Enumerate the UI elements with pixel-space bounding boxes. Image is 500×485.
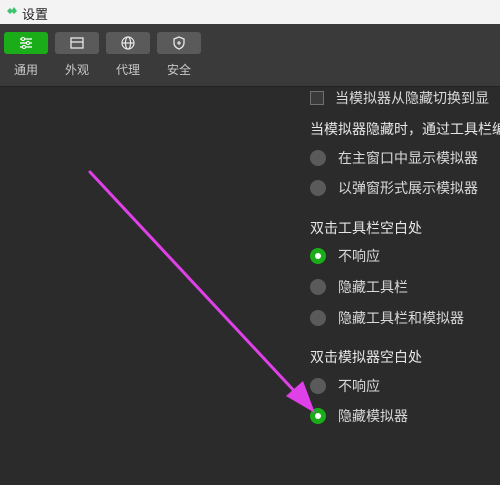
- shield-icon: [173, 36, 185, 50]
- switch-to-display-option[interactable]: 当模拟器从隐藏切换到显: [310, 87, 489, 109]
- title-bar: 设置: [0, 0, 500, 24]
- hide-option-popup[interactable]: 以弹窗形式展示模拟器: [310, 177, 478, 199]
- toolbar-dblclick-hide-toolbar[interactable]: 隐藏工具栏: [310, 276, 408, 298]
- radio-button-selected[interactable]: [310, 408, 326, 424]
- option-label: 隐藏模拟器: [338, 409, 408, 425]
- window-title: 设置: [22, 8, 49, 23]
- option-label: 不响应: [338, 249, 380, 265]
- hide-section-title: 当模拟器隐藏时，通过工具栏编: [310, 122, 500, 138]
- radio-button[interactable]: [310, 279, 326, 295]
- simulator-dblclick-hide-simulator[interactable]: 隐藏模拟器: [310, 405, 408, 427]
- option-label: 不响应: [338, 379, 380, 395]
- option-label: 在主窗口中显示模拟器: [338, 151, 478, 167]
- tab-general[interactable]: 通用: [4, 32, 48, 82]
- radio-button-selected[interactable]: [310, 248, 326, 264]
- tab-security[interactable]: 安全: [157, 32, 201, 82]
- radio-button[interactable]: [310, 150, 326, 166]
- hide-option-main-window[interactable]: 在主窗口中显示模拟器: [310, 147, 478, 169]
- switch-checkbox-label: 当模拟器从隐藏切换到显: [335, 91, 489, 107]
- radio-button[interactable]: [310, 310, 326, 326]
- toolbar-dblclick-title: 双击工具栏空白处: [310, 221, 422, 237]
- radio-button[interactable]: [310, 378, 326, 394]
- settings-panel: 当模拟器从隐藏切换到显 当模拟器隐藏时，通过工具栏编 在主窗口中显示模拟器 以弹…: [0, 87, 500, 485]
- layout-icon: [70, 37, 84, 49]
- settings-toolbar: 通用 外观 代理 安全: [0, 24, 500, 87]
- option-label: 隐藏工具栏和模拟器: [338, 311, 464, 327]
- simulator-dblclick-title: 双击模拟器空白处: [310, 350, 422, 366]
- simulator-dblclick-no-response[interactable]: 不响应: [310, 375, 380, 397]
- globe-icon: [121, 36, 135, 50]
- tab-proxy[interactable]: 代理: [106, 32, 150, 82]
- toolbar-dblclick-hide-both[interactable]: 隐藏工具栏和模拟器: [310, 307, 464, 329]
- tab-appearance[interactable]: 外观: [55, 32, 99, 82]
- tab-security-label: 安全: [166, 63, 191, 77]
- option-label: 以弹窗形式展示模拟器: [338, 181, 478, 197]
- wechat-devtools-icon: [7, 7, 17, 14]
- switch-checkbox[interactable]: [310, 91, 324, 105]
- toolbar-dblclick-no-response[interactable]: 不响应: [310, 245, 380, 267]
- sliders-icon: [20, 37, 32, 49]
- option-label: 隐藏工具栏: [338, 280, 408, 296]
- radio-button[interactable]: [310, 180, 326, 196]
